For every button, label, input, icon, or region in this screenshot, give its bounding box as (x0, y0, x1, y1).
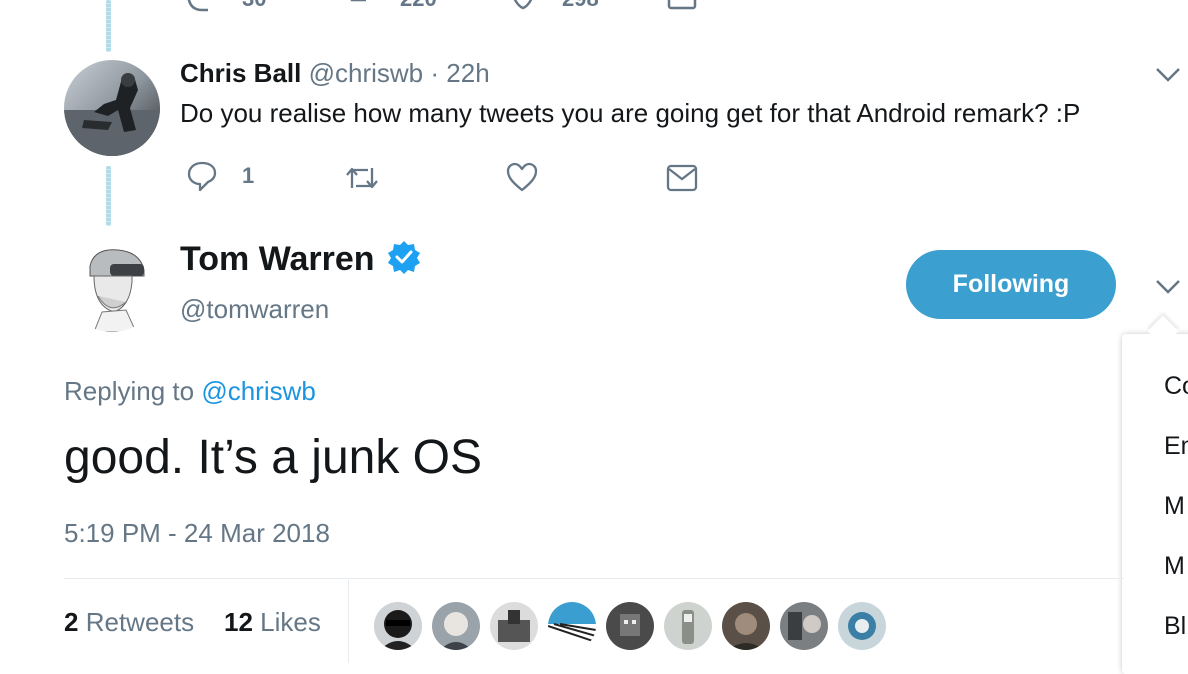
liker-avatar[interactable] (374, 602, 422, 650)
main-chevron-down-icon[interactable] (1154, 278, 1182, 301)
previous-message-icon[interactable] (666, 0, 698, 18)
liker-avatar[interactable] (490, 602, 538, 650)
main-author-name-row: Tom Warren (180, 240, 421, 279)
replying-to-prefix: Replying to (64, 376, 195, 406)
liker-avatar[interactable] (780, 602, 828, 650)
previous-reply-icon[interactable] (186, 0, 218, 20)
retweets-label: Retweets (85, 607, 195, 637)
reply-separator: · (430, 58, 440, 88)
previous-retweet-icon[interactable] (346, 0, 380, 18)
dropdown-item[interactable]: M (1164, 492, 1185, 521)
tweet-timestamp[interactable]: 5:19 PM - 24 Mar 2018 (64, 518, 330, 549)
liker-avatar[interactable] (432, 602, 480, 650)
main-author-handle[interactable]: @tomwarren (180, 294, 329, 325)
reply-author-name[interactable]: Chris Ball (180, 58, 301, 88)
liker-avatar[interactable] (548, 602, 596, 650)
liker-avatar[interactable] (722, 602, 770, 650)
liker-avatar[interactable] (838, 602, 886, 650)
stats-divider (64, 578, 1124, 579)
verified-badge-icon (387, 240, 421, 279)
reply-message-button[interactable] (666, 164, 698, 192)
liker-avatar[interactable] (664, 602, 712, 650)
reply-chevron-down-icon[interactable] (1154, 66, 1182, 89)
previous-retweets-count: 220 (400, 0, 437, 12)
likes-stat[interactable]: 12 Likes (224, 607, 321, 638)
following-button[interactable]: Following (906, 250, 1116, 319)
reply-icon (186, 160, 218, 192)
reply-retweet-button[interactable] (344, 164, 380, 192)
tweet-options-dropdown: Co Em M M Bl (1122, 334, 1188, 674)
main-author-name[interactable]: Tom Warren (180, 240, 375, 279)
reply-tweet-text: Do you realise how many tweets you are g… (180, 98, 1081, 128)
previous-like-icon[interactable] (506, 0, 540, 16)
chris-ball-avatar[interactable] (64, 60, 160, 156)
likes-label: Likes (260, 607, 321, 637)
reply-like-button[interactable] (506, 162, 538, 192)
dropdown-item[interactable]: M (1164, 552, 1185, 581)
likes-count: 12 (224, 607, 253, 637)
reply-time-ago[interactable]: 22h (446, 58, 489, 88)
dropdown-item[interactable]: Em (1164, 432, 1188, 461)
retweets-stat[interactable]: 2 Retweets (64, 607, 194, 638)
thread-connector-top (106, 0, 111, 52)
previous-replies-count: 30 (242, 0, 266, 12)
liker-avatar[interactable] (606, 602, 654, 650)
reply-author-handle[interactable]: @chriswb (309, 58, 424, 88)
dropdown-item[interactable]: Bl (1164, 612, 1186, 641)
retweet-icon (344, 164, 380, 192)
retweets-count: 2 (64, 607, 79, 637)
reply-replies-count: 1 (242, 163, 255, 188)
replying-to-line: Replying to @chriswb (64, 376, 316, 407)
envelope-icon (666, 164, 698, 192)
tom-warren-avatar[interactable] (64, 236, 160, 332)
thread-connector-middle (106, 166, 111, 226)
replying-to-handle-link[interactable]: @chriswb (201, 376, 316, 406)
reply-tweet-header: Chris Ball @chriswb · 22h (180, 58, 490, 89)
reply-reply-button[interactable]: 1 (186, 160, 254, 192)
dropdown-item[interactable]: Co (1164, 372, 1188, 401)
previous-likes-count: 298 (562, 0, 599, 12)
heart-icon (506, 162, 538, 192)
main-tweet-text: good. It’s a junk OS (64, 431, 483, 484)
stats-vertical-divider (348, 580, 349, 663)
